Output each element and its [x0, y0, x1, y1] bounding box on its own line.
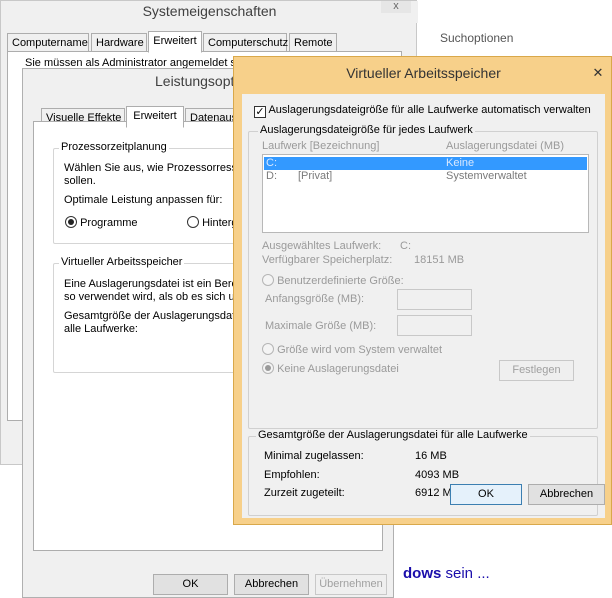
system-properties-title: Systemeigenschaften [142, 3, 277, 19]
tab-computername[interactable]: Computername [7, 33, 89, 53]
link-fragment-rest: sein ... [441, 565, 490, 582]
processor-description-line1: Wählen Sie aus, wie Prozessorressourcen … [64, 162, 234, 174]
search-options-link[interactable]: Suchoptionen [440, 31, 513, 45]
processor-description-line2: sollen. [64, 175, 96, 187]
free-space-value: 18151 MB [414, 254, 465, 266]
page-left-strip [0, 465, 22, 590]
drive-row-d-drive: D: [266, 170, 277, 182]
total-allocated-label: Zurzeit zugeteilt: [264, 487, 345, 499]
total-min-label: Minimal zugelassen: [264, 450, 364, 462]
auto-manage-label: Auslagerungsdateigröße für alle Laufwerk… [268, 104, 591, 116]
virtual-memory-title: Virtueller Arbeitsspeicher [346, 65, 501, 81]
radio-custom-size-indicator [262, 274, 274, 286]
selected-drive-value: C: [400, 240, 411, 252]
radio-no-paging-file-indicator [262, 362, 274, 374]
search-result-link-fragment[interactable]: dows sein ... [403, 565, 490, 582]
drive-list[interactable]: C: Keine D: [Privat] Systemverwaltet [262, 154, 589, 233]
tab-erweitert[interactable]: Erweitert [148, 31, 202, 53]
radio-system-managed-indicator [262, 343, 274, 355]
radio-custom-size-label: Benutzerdefinierte Größe: [277, 275, 404, 287]
max-size-input[interactable] [397, 315, 472, 336]
radio-no-paging-file-label: Keine Auslagerungsdatei [277, 363, 399, 375]
drive-row-d-paging: Systemverwaltet [446, 170, 527, 182]
total-min-value: 16 MB [415, 450, 447, 462]
radio-custom-size[interactable]: Benutzerdefinierte Größe: [262, 274, 404, 287]
totals-heading: Gesamtgröße der Auslagerungsdatei für al… [256, 429, 530, 441]
vm-cancel-button[interactable]: Abbrechen [528, 484, 605, 505]
processor-scheduling-label: Prozessorzeitplanung [59, 141, 169, 153]
drive-row-d-label: [Privat] [298, 170, 333, 182]
virtual-memory-dialog: Virtueller Arbeitsspeicher ✕ ✓ Auslageru… [233, 56, 612, 525]
max-size-label: Maximale Größe (MB): [265, 320, 377, 332]
virtual-memory-line2: so verwendet wird, als ob es sich um Arb… [64, 291, 234, 303]
perf-ok-button[interactable]: OK [153, 574, 228, 595]
total-recommended-value: 4093 MB [415, 469, 460, 481]
radio-no-paging-file[interactable]: Keine Auslagerungsdatei [262, 362, 399, 375]
virtual-memory-line4: alle Laufwerke: [64, 323, 138, 335]
optimize-for-label: Optimale Leistung anpassen für: [64, 194, 223, 206]
perf-cancel-button[interactable]: Abbrechen [234, 574, 309, 595]
free-space-label: Verfügbarer Speicherplatz: [262, 254, 393, 266]
link-fragment-bold: dows [403, 565, 442, 582]
column-drive: Laufwerk [Bezeichnung] [262, 140, 380, 152]
drive-row-c[interactable]: C: Keine [264, 157, 587, 170]
drive-row-c-drive: C: [266, 157, 277, 169]
tab-hardware[interactable]: Hardware [91, 33, 147, 53]
tab-perf-erweitert[interactable]: Erweitert [126, 106, 184, 128]
auto-manage-checkbox[interactable]: ✓ [254, 106, 266, 118]
initial-size-input[interactable] [397, 289, 472, 310]
virtual-memory-line1: Eine Auslagerungsdatei ist ein Bereich a… [64, 278, 234, 290]
radio-programs-indicator [65, 216, 77, 228]
initial-size-label: Anfangsgröße (MB): [265, 293, 365, 305]
radio-system-managed[interactable]: Größe wird vom System verwaltet [262, 343, 442, 356]
per-drive-heading: Auslagerungsdateigröße für jedes Laufwer… [258, 124, 475, 136]
radio-system-managed-label: Größe wird vom System verwaltet [277, 344, 443, 356]
close-icon: x [393, 0, 399, 12]
close-icon: ✕ [592, 65, 604, 80]
vm-ok-button[interactable]: OK [450, 484, 522, 505]
tab-computerschutz[interactable]: Computerschutz [203, 33, 288, 53]
total-recommended-label: Empfohlen: [264, 469, 320, 481]
tab-remote[interactable]: Remote [289, 33, 337, 53]
drive-row-c-paging: Keine [446, 157, 475, 169]
radio-background-label: Hintergrunddienste [202, 217, 233, 229]
drive-row-d[interactable]: D: [Privat] Systemverwaltet [264, 170, 587, 183]
auto-manage-checkbox-row[interactable]: ✓ Auslagerungsdateigröße für alle Laufwe… [254, 104, 591, 118]
selected-drive-label: Ausgewähltes Laufwerk: [262, 240, 382, 252]
perf-apply-button[interactable]: Übernehmen [315, 574, 387, 595]
virtual-memory-body: ✓ Auslagerungsdateigröße für alle Laufwe… [242, 94, 605, 518]
radio-background-indicator [187, 216, 199, 228]
column-paging-file: Auslagerungsdatei (MB) [446, 140, 565, 152]
radio-programs-label: Programme [80, 217, 138, 229]
virtual-memory-close-button[interactable]: ✕ [588, 65, 608, 81]
radio-background-services[interactable]: Hintergrunddienste [187, 216, 233, 229]
set-button[interactable]: Festlegen [499, 360, 574, 381]
virtual-memory-group-label: Virtueller Arbeitsspeicher [59, 256, 185, 268]
system-properties-close-button[interactable]: x [381, 1, 411, 13]
radio-programs[interactable]: Programme [65, 216, 138, 229]
virtual-memory-line3: Gesamtgröße der Auslagerungsdatei für [64, 310, 234, 322]
